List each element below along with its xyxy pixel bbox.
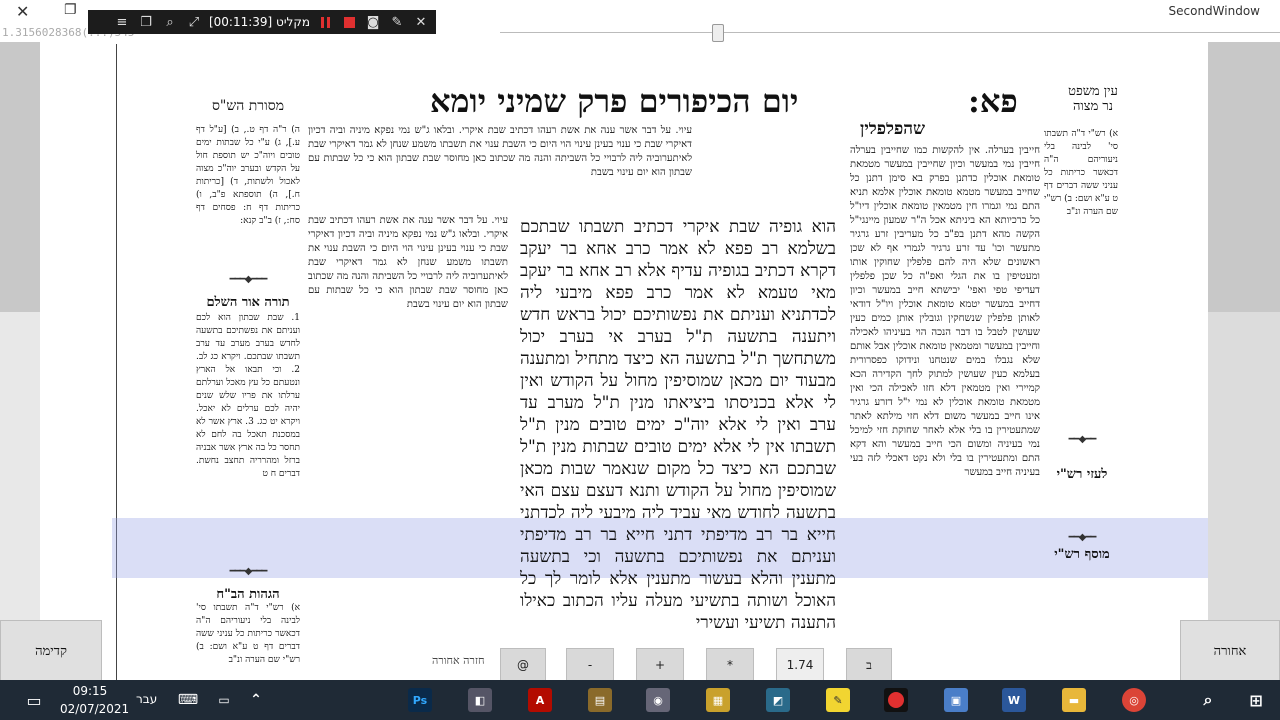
ein-mishpat-heading: עין משפט נר מצוה bbox=[1068, 84, 1118, 114]
star-button[interactable]: * bbox=[706, 648, 754, 682]
page-margin-line bbox=[116, 44, 117, 684]
left-scroll-panel[interactable] bbox=[0, 42, 40, 622]
file-explorer-icon[interactable]: ▬ bbox=[1062, 688, 1086, 712]
menu-icon[interactable]: ≡ bbox=[113, 13, 131, 31]
musaf-rashi-heading: מוסף רש"י bbox=[1054, 547, 1110, 562]
torah-or-text: 1. שבת שבתון הוא לכם ועניתם את נפשתיכם ב… bbox=[196, 313, 300, 479]
ornament-divider: ━━━◆━━━ bbox=[229, 274, 268, 285]
clock-time: 09:15 bbox=[72, 684, 108, 698]
taskbar-clock[interactable]: 09:15 02/07/2021 bbox=[60, 682, 130, 718]
ornament-divider: ━━◆━━ bbox=[1068, 532, 1097, 543]
zoom-toolbar: @ - + * 1.74 ב bbox=[470, 648, 892, 682]
explorer-app-icon[interactable]: ▦ bbox=[706, 688, 730, 712]
ornament-divider: ━━◆━━ bbox=[1068, 434, 1097, 445]
right-scroll-panel[interactable] bbox=[1208, 42, 1280, 622]
active-window-icon[interactable]: ▣ bbox=[944, 688, 968, 712]
app-icon[interactable]: ◧ bbox=[468, 688, 492, 712]
torah-or-heading: תורה אור השלם bbox=[206, 295, 290, 310]
sticky-notes-icon[interactable]: ✎ bbox=[826, 688, 850, 712]
mesoret-hashas-text: ה) ר"ה דף ט., ב) [ע"ל דף ע.], ג) ע"י כל … bbox=[196, 125, 300, 226]
running-title: יום הכיפורים פרק שמיני יומא bbox=[430, 82, 799, 120]
tosafot-commentary: עיוי. על דבר אשר ענה את אשת רעהו דכתיב ש… bbox=[308, 125, 692, 178]
region-icon[interactable]: ⤢ bbox=[185, 13, 203, 31]
acrobat-icon[interactable]: A bbox=[528, 688, 552, 712]
rashi-commentary: חייבין בערלה. אין להקשות כמו שחייבין בער… bbox=[850, 145, 1040, 478]
windows-taskbar: ▭ ⌨ ▭ ⌃ Ps ◧ A ▤ ◉ ▦ ◩ ✎ ▣ W ▬ ◎ ⌕ ⊞ bbox=[0, 680, 1280, 720]
ornament-divider: ━━━◆━━━ bbox=[229, 566, 268, 577]
windows-start-icon[interactable]: ⊞ bbox=[1244, 688, 1268, 712]
close-recorder-icon[interactable]: ✕ bbox=[412, 13, 430, 31]
gemara-main-text: הוא גופיה שבת איקרי דכתיב תשבתו שבתכם בש… bbox=[520, 217, 836, 633]
stop-icon[interactable] bbox=[340, 13, 358, 31]
search-at-button[interactable]: @ bbox=[500, 648, 546, 682]
app2-icon[interactable]: ◉ bbox=[646, 688, 670, 712]
recording-status: מקליט [00:11:39] bbox=[208, 15, 310, 29]
laazei-rashi-heading: לעזי רש"י bbox=[1056, 467, 1108, 482]
recorder-toolbar: ✕ ✎ ◙ מקליט [00:11:39] ⤢ ⌕ ❐ ≡ bbox=[88, 10, 436, 34]
chevron-up-icon[interactable]: ⌃ bbox=[244, 688, 268, 712]
folio-number: פא: bbox=[968, 82, 1018, 120]
page-side-button[interactable]: ב bbox=[846, 648, 892, 682]
record-icon[interactable] bbox=[884, 688, 908, 712]
restore-icon[interactable]: ❐ bbox=[64, 2, 77, 18]
chrome-icon[interactable]: ◎ bbox=[1122, 688, 1146, 712]
timeline-slider-thumb[interactable] bbox=[712, 24, 724, 42]
close-icon[interactable]: ✕ bbox=[16, 2, 29, 21]
window-title: SecondWindow bbox=[1168, 4, 1260, 18]
rashi-lead-word: שהפלפלין bbox=[860, 122, 926, 139]
pause-icon[interactable] bbox=[316, 13, 334, 31]
photoshop-icon[interactable]: Ps bbox=[408, 688, 432, 712]
notification-icon[interactable]: ▭ bbox=[22, 688, 46, 712]
forward-button[interactable]: קדימה bbox=[0, 620, 102, 682]
tosafot-commentary-lower: עיוי. על דבר אשר ענה את אשת רעהו דכתיב ש… bbox=[308, 215, 508, 310]
word-icon[interactable]: W bbox=[1002, 688, 1026, 712]
mesoret-heading: מסורת הש"ס bbox=[211, 98, 285, 114]
archive-icon[interactable]: ▤ bbox=[588, 688, 612, 712]
pen-icon[interactable]: ✎ bbox=[388, 13, 406, 31]
zoom-region-icon[interactable]: ⌕ bbox=[161, 13, 179, 31]
language-indicator[interactable]: עבר bbox=[136, 692, 157, 706]
battery-icon[interactable]: ▭ bbox=[212, 688, 236, 712]
hagahot-text: א) רש"י ד"ה תשבתו סי' לבינה בלי ניעוריהם… bbox=[196, 603, 300, 665]
keyboard-icon[interactable]: ⌨ bbox=[176, 688, 200, 712]
timeline-track bbox=[500, 32, 1280, 33]
zoom-in-button[interactable]: + bbox=[636, 648, 684, 682]
zoom-out-button[interactable]: - bbox=[566, 648, 614, 682]
ein-mishpat-text: א) רש"י ד"ה תשבתו סי' לבינה בלי ניעוריהם… bbox=[1044, 129, 1118, 217]
hagahot-heading: הגהות הב"ח bbox=[216, 587, 280, 602]
camera-icon[interactable]: ◙ bbox=[364, 13, 382, 31]
search-icon[interactable]: ⌕ bbox=[1196, 688, 1220, 712]
app3-icon[interactable]: ◩ bbox=[766, 688, 790, 712]
copy-icon[interactable]: ❐ bbox=[137, 13, 155, 31]
zoom-level: 1.74 bbox=[776, 648, 824, 682]
clock-date: 02/07/2021 bbox=[60, 702, 130, 716]
back-button[interactable]: אחורה bbox=[1180, 620, 1280, 682]
